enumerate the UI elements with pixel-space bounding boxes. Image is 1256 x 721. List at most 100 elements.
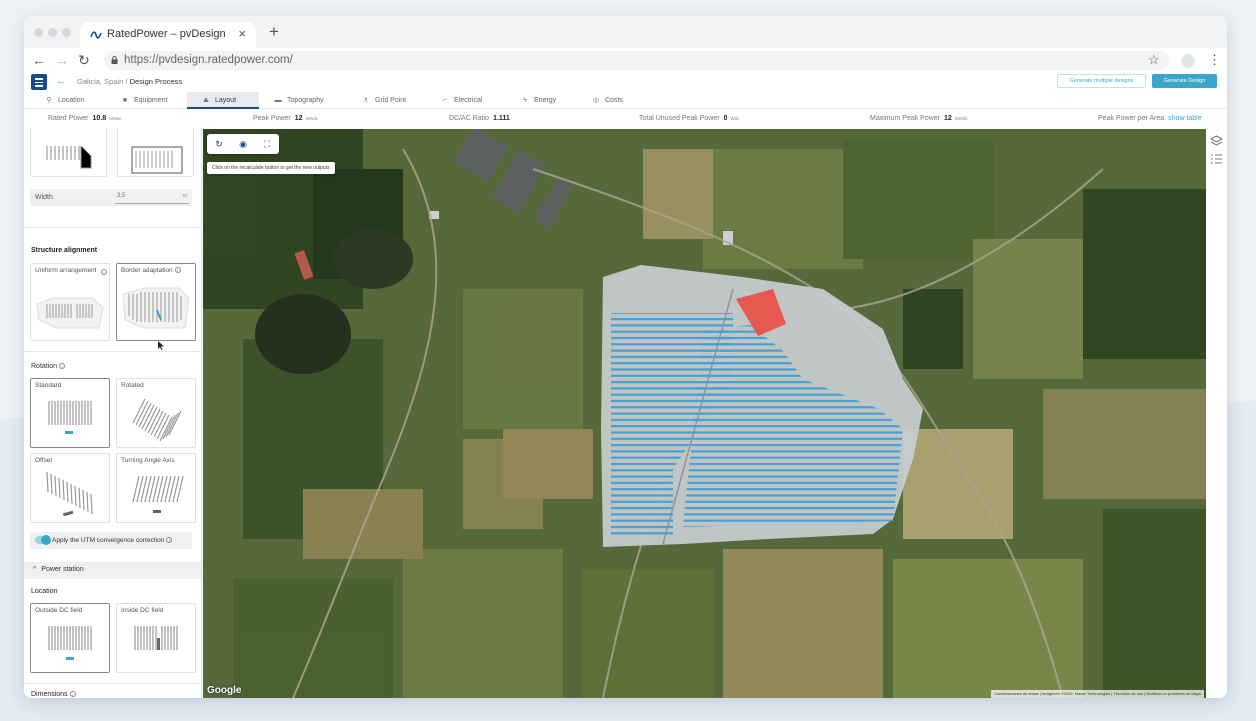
back-icon[interactable]: ←: [56, 75, 67, 87]
option-label: Outside DC field: [35, 607, 83, 614]
dimensions-title: Dimensions i: [31, 691, 76, 698]
list-icon[interactable]: [1210, 153, 1223, 166]
tab-costs[interactable]: ◎ Costs: [591, 92, 643, 109]
info-icon[interactable]: i: [101, 269, 107, 275]
recalculate-icon[interactable]: ↻: [209, 137, 229, 151]
fullscreen-icon[interactable]: ⛶: [257, 137, 277, 151]
tab-energy[interactable]: ϟ Energy: [520, 92, 576, 109]
uniform-arrangement-thumbnail: [36, 297, 104, 329]
breadcrumb-location[interactable]: Galicia, Spain: [77, 77, 123, 86]
map-attribution[interactable]: Combinaciones de teclas | Imágenes ©2022…: [991, 690, 1204, 698]
breadcrumb-current: Design Process: [129, 77, 183, 86]
inside-dc-field-option[interactable]: Inside DC field: [116, 603, 196, 673]
recalculate-tooltip: Click on the recalculate button to get t…: [207, 162, 335, 174]
tab-location[interactable]: ⚲ Location: [44, 92, 104, 109]
power-station-label: ^ Power station: [33, 566, 84, 573]
forward-arrow-icon[interactable]: →: [54, 52, 70, 68]
window-maximize-dot[interactable]: [62, 28, 71, 37]
breadcrumb-separator: /: [125, 77, 128, 86]
generate-design-label: Generate Design: [1163, 78, 1206, 84]
url-text[interactable]: https://pvdesign.ratedpower.com/: [124, 54, 293, 66]
coin-icon: ◎: [592, 97, 600, 104]
tab-layout[interactable]: ⛰ Layout: [187, 92, 259, 109]
bolt-icon: ϟ: [523, 97, 527, 104]
breadcrumb: Galicia, Spain / Design Process: [77, 77, 182, 86]
satellite-map[interactable]: ↻ ◉ ⛶ Click on the recalculate button to…: [203, 129, 1206, 698]
target-icon[interactable]: ◉: [233, 137, 253, 151]
structure-thumbnail: [131, 146, 183, 174]
info-icon[interactable]: i: [69, 691, 76, 698]
tab-close-icon[interactable]: ×: [238, 26, 246, 41]
option-label: Offset: [35, 457, 53, 464]
power-station-section-header[interactable]: ^ Power station: [24, 562, 201, 579]
option-label: Turning Angle Axis: [121, 457, 175, 464]
kebab-menu-icon[interactable]: ⋮: [1208, 52, 1221, 68]
satellite-imagery: [203, 129, 1206, 698]
map-toolbar: ↻ ◉ ⛶: [207, 134, 279, 154]
dcac-ratio-stat: DC/AC Ratio 1.111: [449, 115, 510, 122]
rotation-turning-angle-axis-option[interactable]: Turning Angle Axis: [116, 453, 196, 523]
window-minimize-dot[interactable]: [48, 28, 57, 37]
border-adaptation-option[interactable]: Border adaptation i: [116, 263, 196, 341]
mouse-cursor-icon: [158, 341, 164, 350]
ratedpower-favicon-icon: [90, 31, 102, 39]
address-bar[interactable]: https://pvdesign.ratedpower.com/: [104, 51, 1169, 70]
lock-icon: [111, 56, 118, 64]
tab-label: Electrical: [454, 97, 483, 104]
generate-design-button[interactable]: Generate Design: [1152, 74, 1217, 88]
window-close-dot[interactable]: [34, 28, 43, 37]
layers-icon[interactable]: [1210, 135, 1223, 148]
new-tab-icon[interactable]: +: [264, 22, 284, 42]
location-title: Location: [31, 588, 58, 595]
panel-icon: ■: [122, 97, 128, 104]
reload-icon[interactable]: ↻: [76, 52, 92, 69]
info-icon[interactable]: i: [166, 537, 173, 544]
map-right-rail: [1206, 129, 1227, 698]
option-label: Border adaptation i: [121, 267, 181, 275]
rotation-standard-option[interactable]: Standard: [30, 378, 110, 448]
tab-equipment[interactable]: ■ Equipment: [120, 92, 184, 109]
generate-multiple-label: Generate multiple designs: [1069, 78, 1134, 84]
tab-topography[interactable]: ▬ Topography: [273, 92, 343, 109]
peak-power-per-area-stat: Peak Power per Area show table: [1098, 115, 1202, 122]
utm-correction-row: Apply the UTM convergence correction i: [30, 532, 192, 549]
rotation-offset-option[interactable]: Offset: [30, 453, 110, 523]
chevron-up-icon: ^: [33, 566, 37, 573]
structure-thumbnail: [46, 146, 92, 169]
profile-avatar[interactable]: [1181, 54, 1195, 68]
tab-label: Topography: [287, 97, 324, 104]
tab-label: Layout: [215, 97, 237, 104]
option-label: Rotated: [121, 382, 144, 389]
electrical-icon: ⌐: [442, 97, 448, 104]
address-bar-row: ← → ↻ https://pvdesign.ratedpower.com/ ☆…: [24, 48, 1227, 72]
structure-option-card[interactable]: [30, 129, 107, 177]
star-icon[interactable]: ☆: [1148, 52, 1160, 68]
rotation-rotated-option[interactable]: Rotated: [116, 378, 196, 448]
tab-grid-point[interactable]: ♗ Grid Point: [361, 92, 427, 109]
browser-tab-strip: RatedPower – pvDesign × +: [24, 16, 1227, 48]
outside-dc-field-option[interactable]: Outside DC field: [30, 603, 110, 673]
layout-settings-sidebar: Width 3,5 m Structure alignment Uniform …: [24, 129, 202, 698]
width-value[interactable]: 3,5: [117, 193, 125, 199]
uniform-arrangement-option[interactable]: Uniform arrangement i: [30, 263, 110, 341]
option-label: Inside DC field: [121, 607, 164, 614]
tab-electrical[interactable]: ⌐ Electrical: [440, 92, 506, 109]
divider: [24, 227, 201, 228]
design-stats-bar: Rated Power 10.8 MWac Peak Power 12 MWdc DC/…: [24, 110, 1227, 128]
divider: [24, 351, 201, 352]
generate-multiple-designs-button[interactable]: Generate multiple designs: [1057, 74, 1146, 88]
browser-tab[interactable]: RatedPower – pvDesign ×: [80, 22, 256, 48]
width-label: Width: [35, 194, 53, 201]
back-arrow-icon[interactable]: ←: [31, 52, 47, 68]
show-table-link[interactable]: show table: [1168, 115, 1201, 122]
tab-label: Costs: [605, 97, 623, 104]
design-process-tabs: ⚲ Location ■ Equipment ⛰ Layout ▬ Topography…: [24, 92, 1227, 109]
width-input[interactable]: 3,5 m: [115, 192, 189, 204]
hamburger-menu-icon[interactable]: [31, 74, 47, 90]
utm-correction-toggle[interactable]: [35, 535, 51, 545]
info-icon[interactable]: i: [59, 363, 66, 370]
border-adaptation-thumbnail: [122, 287, 190, 329]
rated-power-stat: Rated Power 10.8 MWac: [48, 115, 122, 122]
structure-option-card[interactable]: [117, 129, 194, 177]
info-icon[interactable]: i: [174, 267, 181, 274]
